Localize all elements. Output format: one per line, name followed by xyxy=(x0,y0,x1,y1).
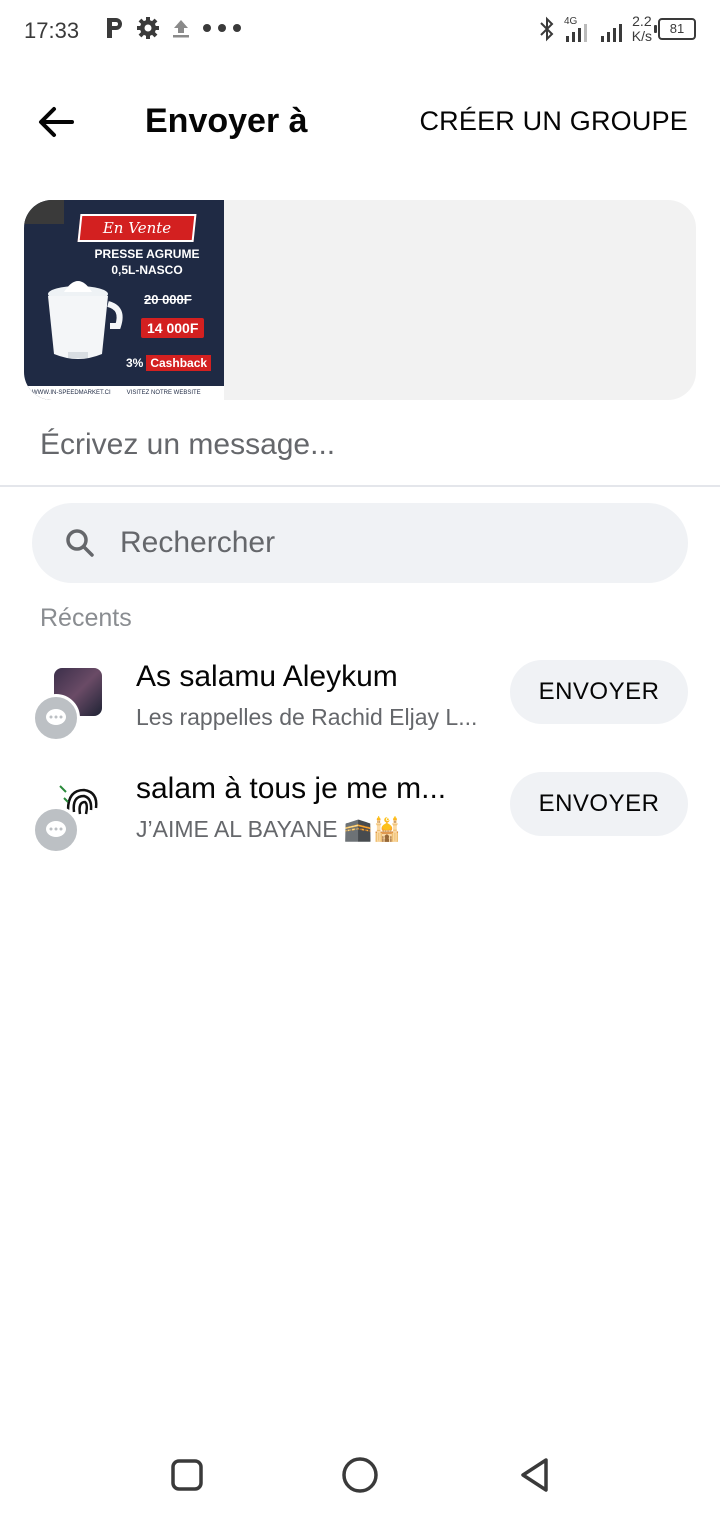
send-button[interactable]: ENVOYER xyxy=(510,660,688,724)
page-title: Envoyer à xyxy=(145,102,308,140)
citrus-press-image xyxy=(48,281,123,359)
gear-icon xyxy=(137,17,159,39)
signal-4g-icon: 4G xyxy=(564,16,587,42)
circle-icon xyxy=(342,1457,378,1493)
network-speed: 2.2 K/s xyxy=(632,14,652,44)
triangle-back-icon xyxy=(521,1458,548,1492)
recent-item-subtitle: Les rappelles de Rachid Eljay L... xyxy=(136,704,478,730)
sale-banner: En Vente xyxy=(77,214,197,242)
battery-icon: 81 xyxy=(654,18,696,40)
status-bar: 17:33 4G 2.2 K/s 81 xyxy=(0,0,720,64)
parking-icon xyxy=(107,18,122,38)
system-nav-bar xyxy=(0,1430,720,1520)
cashback-label: 3% Cashback xyxy=(126,355,212,371)
battery-level: 81 xyxy=(669,21,685,36)
speed-unit: K/s xyxy=(631,28,652,44)
bluetooth-icon xyxy=(540,16,554,42)
divider xyxy=(0,485,720,487)
svg-text:4G: 4G xyxy=(564,16,578,27)
home-button[interactable] xyxy=(335,1450,385,1500)
recent-item[interactable]: As salamu Aleykum Les rappelles de Rachi… xyxy=(0,660,720,760)
notification-icons xyxy=(104,16,242,40)
shared-post-preview: En Vente PRESSE AGRUME 0,5L-NASCO 20 000… xyxy=(24,200,696,400)
recent-item-title: salam à tous je me m... xyxy=(136,772,447,805)
avatar xyxy=(32,668,106,742)
messenger-chat-icon xyxy=(32,694,80,742)
upload-icon xyxy=(173,20,189,38)
speed-value: 2.2 xyxy=(632,13,652,29)
message-input[interactable] xyxy=(40,420,680,470)
send-button[interactable]: ENVOYER xyxy=(510,772,688,836)
recents-label: Récents xyxy=(40,604,132,632)
new-price: 14 000F xyxy=(141,318,205,338)
recent-apps-button[interactable] xyxy=(162,1450,212,1500)
status-time: 17:33 xyxy=(24,18,80,43)
recent-item[interactable]: salam à tous je me m... J’AIME AL BAYANE… xyxy=(0,772,720,872)
system-icons: 4G 2.2 K/s 81 xyxy=(538,14,696,44)
app-header: Envoyer à CRÉER UN GROUPE xyxy=(0,80,720,164)
thumbnail-footer: WWW.IN-SPEEDMARKET.CI VISITEZ NOTRE WEBSI… xyxy=(24,386,224,400)
more-dots-icon xyxy=(203,24,241,32)
thumbnail-corner-logo xyxy=(24,200,64,224)
old-price: 20 000F xyxy=(144,292,192,307)
system-back-button[interactable] xyxy=(510,1450,560,1500)
create-group-button[interactable]: CRÉER UN GROUPE xyxy=(419,106,688,137)
search-bar[interactable] xyxy=(32,503,688,583)
search-input[interactable] xyxy=(120,519,660,567)
avatar xyxy=(32,780,106,854)
recent-item-subtitle: J’AIME AL BAYANE 🕋🕌 xyxy=(136,816,402,842)
back-button[interactable] xyxy=(34,100,78,144)
arrow-left-icon xyxy=(39,107,74,137)
messenger-chat-icon xyxy=(32,806,80,854)
search-icon xyxy=(66,529,94,557)
signal-icon xyxy=(600,24,622,42)
recent-item-title: As salamu Aleykum xyxy=(136,660,398,693)
square-icon xyxy=(171,1459,203,1491)
preview-thumbnail: En Vente PRESSE AGRUME 0,5L-NASCO 20 000… xyxy=(24,200,224,400)
